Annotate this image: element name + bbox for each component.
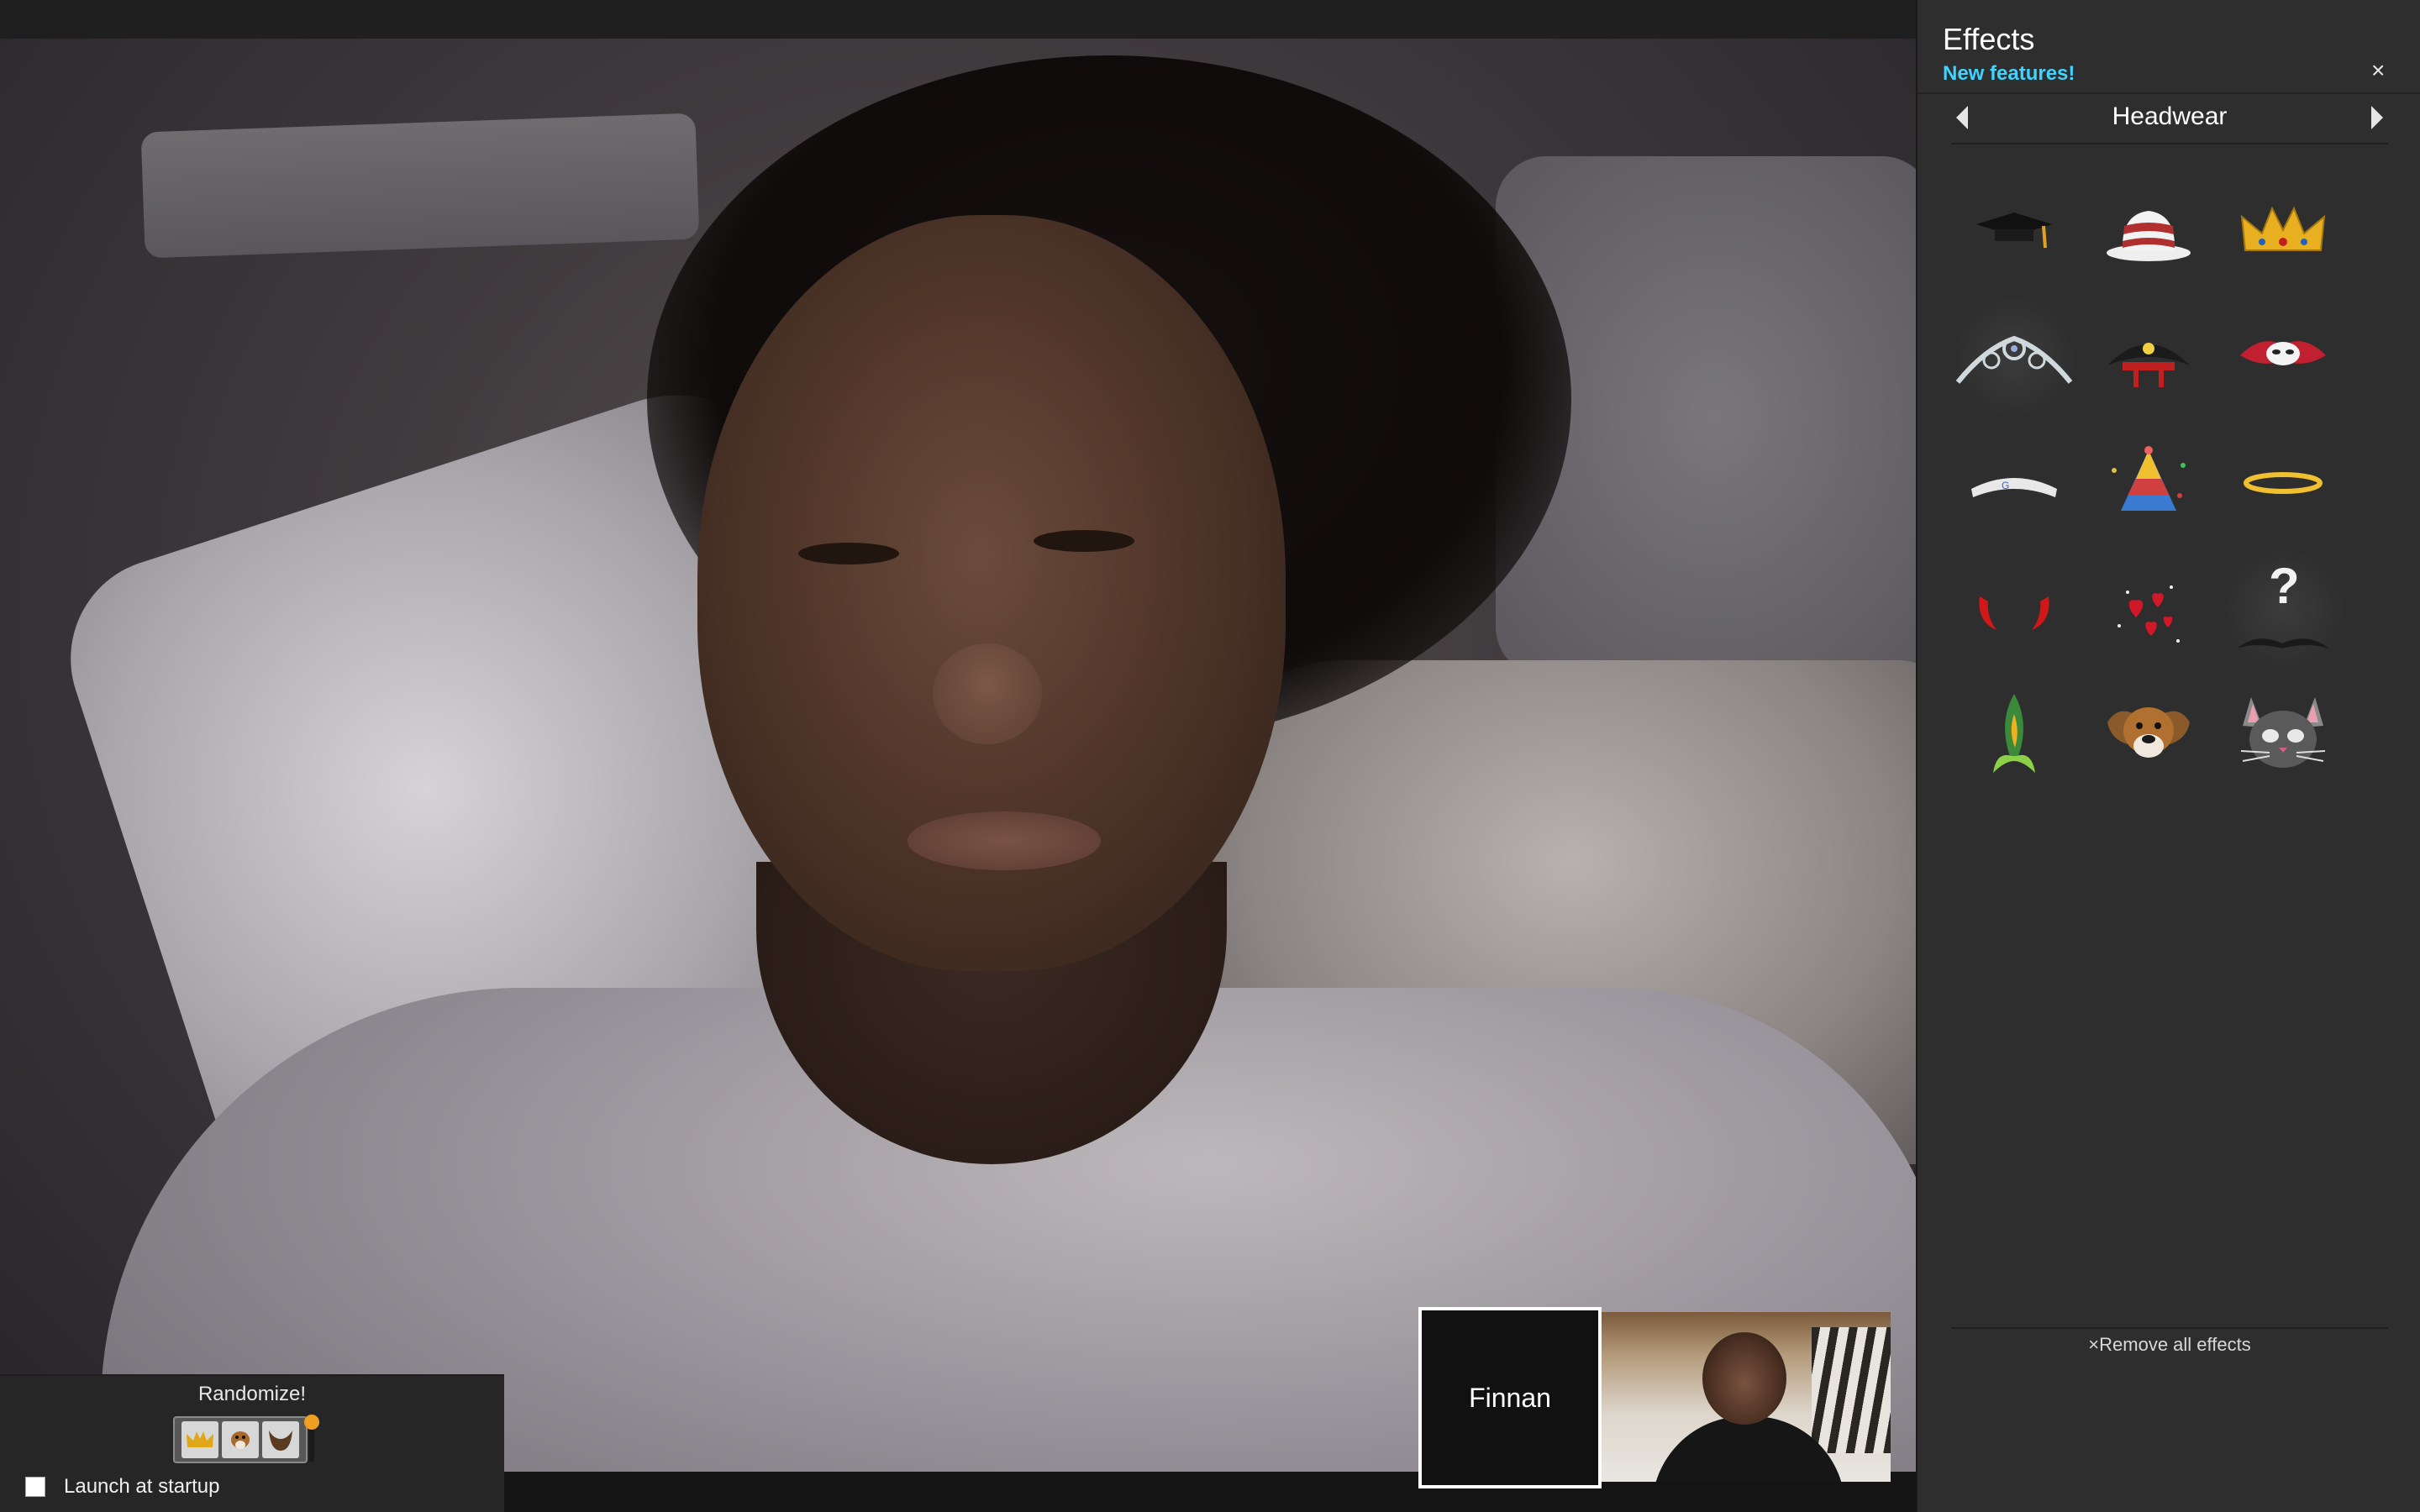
launch-at-startup-label: Launch at startup [64,1475,220,1498]
red-mask-icon[interactable] [2220,294,2346,420]
self-view-tile[interactable]: Finnan [1418,1307,1602,1488]
thumbnail-curtain [1812,1327,1891,1453]
halo-icon[interactable] [2220,420,2346,546]
header-divider [1918,92,2420,94]
randomize-slot-machine-button[interactable] [173,1416,308,1463]
footer-divider [1951,1327,2388,1329]
launch-at-startup-row: Launch at startup [25,1475,219,1499]
dog-face-icon[interactable] [2086,672,2212,798]
main-video-feed [0,39,1916,1472]
close-icon[interactable]: × [2371,57,2385,84]
next-category-icon[interactable] [2371,106,2383,129]
feather-icon[interactable] [1951,672,2077,798]
category-divider [1951,143,2388,144]
pirate-hat-icon[interactable] [2086,294,2212,420]
gold-crown-icon[interactable] [2220,168,2346,294]
randomize-label: Randomize! [197,1383,307,1405]
video-eye-left [798,543,899,564]
party-hat-icon[interactable] [2086,420,2212,546]
cat-face-icon[interactable] [2220,672,2346,798]
tiara-icon[interactable] [1951,294,2077,420]
slot-beard-icon [262,1421,299,1458]
video-eye-right [1034,530,1134,552]
video-nose [933,643,1042,744]
participant-thumbnail[interactable] [1602,1312,1891,1482]
new-features-link[interactable]: New features! [1943,62,2075,86]
remove-icon: × [2088,1334,2100,1355]
devil-horns-icon[interactable] [1951,546,2077,672]
remove-all-label: Remove all effects [2099,1334,2251,1355]
video-pillow-back [140,113,700,259]
slot-dog-icon [222,1421,259,1458]
effects-panel: Effects New features! × Headwear G ? ×Re… [1916,0,2420,1512]
google-headband-icon[interactable]: G [1951,420,2077,546]
question-mustache-icon[interactable]: ? [2220,546,2346,672]
randomize-lever[interactable] [309,1425,314,1462]
hearts-icon[interactable] [2086,546,2212,672]
panel-title: Effects [1943,22,2035,56]
svg-text:?: ? [2269,558,2300,614]
graduation-cap-icon[interactable] [1951,168,2077,294]
category-nav: Headwear [1951,97,2388,144]
striped-top-hat-icon[interactable] [2086,168,2212,294]
remove-all-effects-button[interactable]: ×Remove all effects [1918,1334,2420,1356]
svg-text:G: G [2002,480,2009,491]
slot-crown-icon [182,1421,218,1458]
randomize-lever-knob[interactable] [304,1415,319,1430]
category-label: Headwear [2112,102,2228,130]
top-bar [0,0,1916,39]
video-mouth [908,811,1101,870]
self-view-name: Finnan [1469,1382,1551,1413]
launch-at-startup-checkbox[interactable] [25,1477,45,1497]
thumbnail-person-head [1702,1332,1786,1425]
